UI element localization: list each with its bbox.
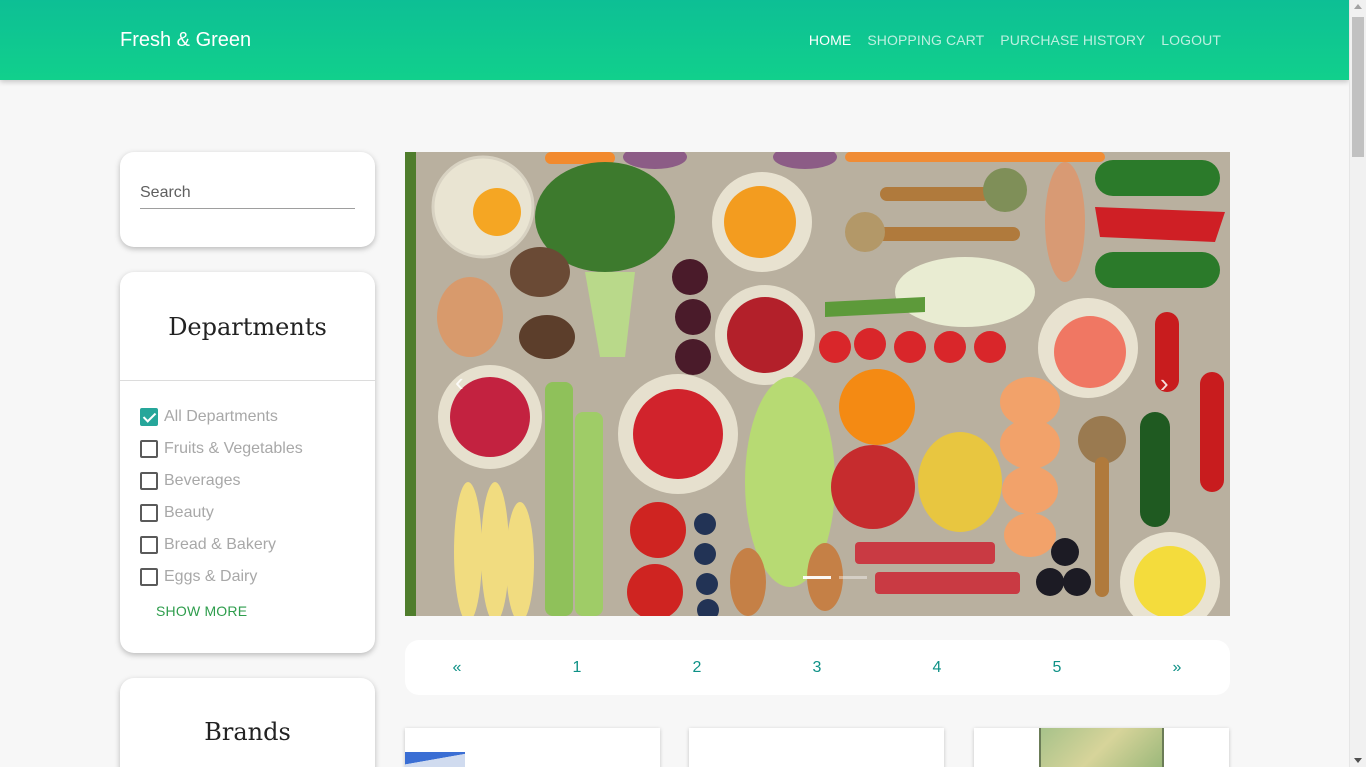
- pagination-page-3[interactable]: 3: [797, 659, 837, 677]
- brands-card: Brands: [120, 678, 375, 767]
- scroll-down-arrow-icon[interactable]: [1354, 758, 1362, 763]
- brand-logo-link[interactable]: Fresh & Green: [120, 29, 251, 52]
- product-image: [405, 752, 465, 767]
- carousel-next-icon[interactable]: ›: [1160, 368, 1169, 399]
- brands-title: Brands: [204, 718, 291, 746]
- checkbox-checked[interactable]: [140, 408, 158, 426]
- checkbox[interactable]: [140, 440, 158, 458]
- show-more-button[interactable]: SHOW MORE: [156, 603, 247, 619]
- department-item-fruits-vegetables[interactable]: Fruits & Vegetables: [140, 433, 303, 465]
- checkbox[interactable]: [140, 504, 158, 522]
- nav-shopping-cart-link[interactable]: SHOPPING CART: [867, 32, 984, 48]
- product-card[interactable]: [689, 728, 944, 767]
- pagination-next[interactable]: »: [1157, 659, 1197, 677]
- checkbox[interactable]: [140, 472, 158, 490]
- carousel-indicator-active[interactable]: [803, 576, 831, 579]
- pagination: « 1 2 3 4 5 »: [405, 640, 1230, 695]
- department-filter-list: All Departments Fruits & Vegetables Beve…: [140, 401, 303, 593]
- hero-carousel[interactable]: ‹ ›: [405, 152, 1230, 616]
- departments-title: Departments: [168, 313, 327, 341]
- nav-home-link[interactable]: HOME: [809, 32, 851, 48]
- divider: [120, 380, 375, 381]
- checkbox[interactable]: [140, 536, 158, 554]
- departments-card: Departments All Departments Fruits & Veg…: [120, 272, 375, 653]
- scroll-up-arrow-icon[interactable]: [1354, 4, 1362, 9]
- nav-purchase-history-link[interactable]: PURCHASE HISTORY: [1000, 32, 1145, 48]
- carousel-indicator[interactable]: [839, 576, 867, 579]
- department-label: Beauty: [164, 504, 214, 521]
- nav-links: HOME SHOPPING CART PURCHASE HISTORY LOGO…: [793, 32, 1221, 48]
- department-item-eggs-dairy[interactable]: Eggs & Dairy: [140, 561, 303, 593]
- vertical-scrollbar[interactable]: [1349, 0, 1366, 767]
- fresh-produce-flatlay-image: [405, 152, 1230, 616]
- checkbox[interactable]: [140, 568, 158, 586]
- department-item-beverages[interactable]: Beverages: [140, 465, 303, 497]
- department-item-all[interactable]: All Departments: [140, 401, 303, 433]
- department-item-bread-bakery[interactable]: Bread & Bakery: [140, 529, 303, 561]
- carousel-indicators: [803, 576, 867, 579]
- pagination-page-4[interactable]: 4: [917, 659, 957, 677]
- pagination-page-2[interactable]: 2: [677, 659, 717, 677]
- department-label: Beverages: [164, 472, 241, 489]
- product-card[interactable]: [974, 728, 1229, 767]
- department-label: All Departments: [164, 408, 278, 425]
- search-card: [120, 152, 375, 247]
- department-label: Eggs & Dairy: [164, 568, 258, 585]
- department-label: Fruits & Vegetables: [164, 440, 303, 457]
- nav-logout-link[interactable]: LOGOUT: [1161, 32, 1221, 48]
- pagination-prev[interactable]: «: [437, 659, 477, 677]
- scroll-thumb[interactable]: [1352, 17, 1364, 157]
- search-input[interactable]: [140, 178, 355, 209]
- pagination-page-5[interactable]: 5: [1037, 659, 1077, 677]
- carousel-prev-icon[interactable]: ‹: [455, 367, 464, 398]
- product-image: [1039, 728, 1164, 767]
- top-navbar: Fresh & Green HOME SHOPPING CART PURCHAS…: [0, 0, 1349, 80]
- department-item-beauty[interactable]: Beauty: [140, 497, 303, 529]
- product-card[interactable]: [405, 728, 660, 767]
- department-label: Bread & Bakery: [164, 536, 277, 553]
- pagination-page-1[interactable]: 1: [557, 659, 597, 677]
